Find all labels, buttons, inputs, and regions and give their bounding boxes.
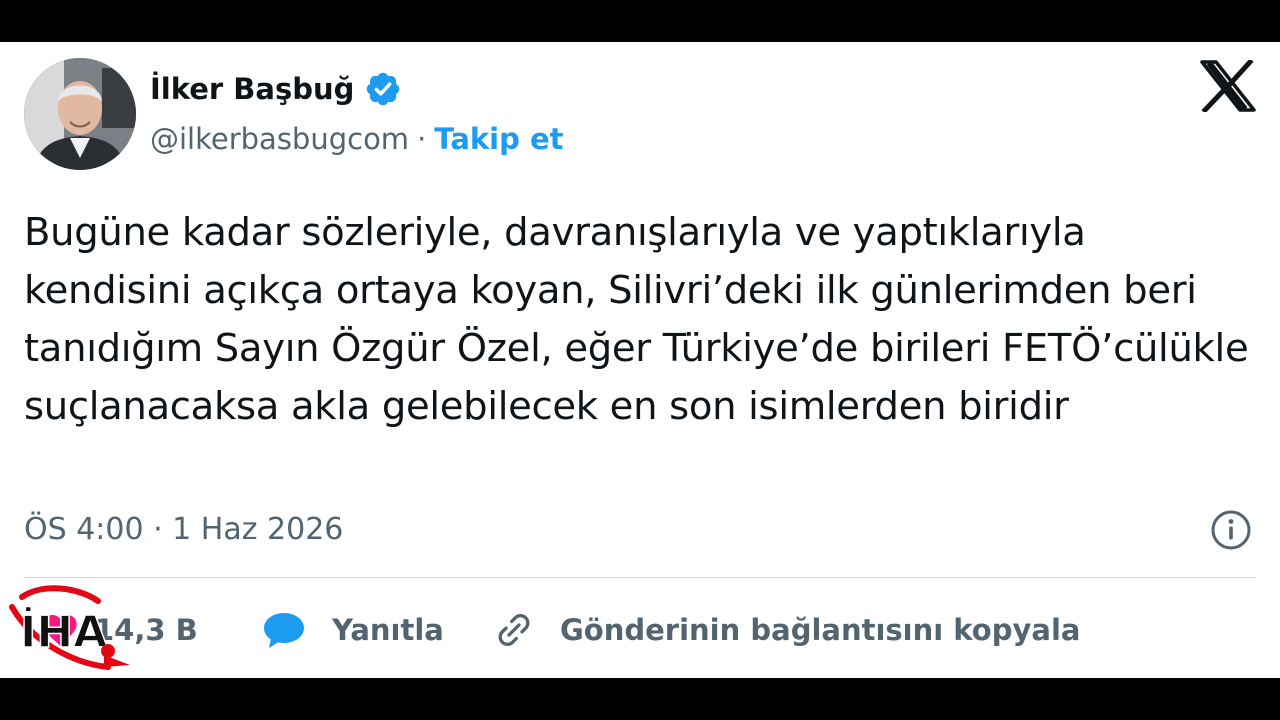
copy-link-button[interactable]: Gönderinin bağlantısını kopyala <box>494 607 1080 653</box>
reply-button[interactable]: Yanıtla <box>262 607 444 653</box>
x-logo-icon[interactable] <box>1200 60 1256 112</box>
divider <box>24 577 1256 578</box>
action-bar: 14,3 B Yanıtla Gönderinin bağlantısını k… <box>0 607 1280 657</box>
reply-label: Yanıtla <box>332 613 444 647</box>
display-name[interactable]: İlker Başbuğ <box>150 72 354 106</box>
tweet-timestamp[interactable]: ÖS 4:00 · 1 Haz 2026 <box>24 512 343 547</box>
info-icon[interactable] <box>1210 509 1252 551</box>
tweet-text: Bugüne kadar sözleriyle, davranışlarıyla… <box>24 210 1249 429</box>
reply-bubble-icon <box>264 613 304 648</box>
user-name-row: İlker Başbuğ <box>150 70 402 108</box>
tweet-card: İlker Başbuğ @ilkerbasbugcom · Takip et … <box>0 42 1280 678</box>
handle-row: @ilkerbasbugcom · Takip et <box>150 122 564 156</box>
copy-link-label: Gönderinin bağlantısını kopyala <box>560 613 1081 647</box>
iha-watermark-logo: İHA <box>9 585 130 670</box>
svg-text:İHA: İHA <box>20 605 107 658</box>
avatar[interactable] <box>24 58 136 170</box>
user-handle[interactable]: @ilkerbasbugcom <box>150 122 409 156</box>
follow-button[interactable]: Takip et <box>434 122 563 156</box>
link-icon <box>498 614 530 646</box>
verified-badge-icon <box>367 72 400 106</box>
separator-dot: · <box>417 122 427 156</box>
avatar-photo <box>24 58 136 170</box>
